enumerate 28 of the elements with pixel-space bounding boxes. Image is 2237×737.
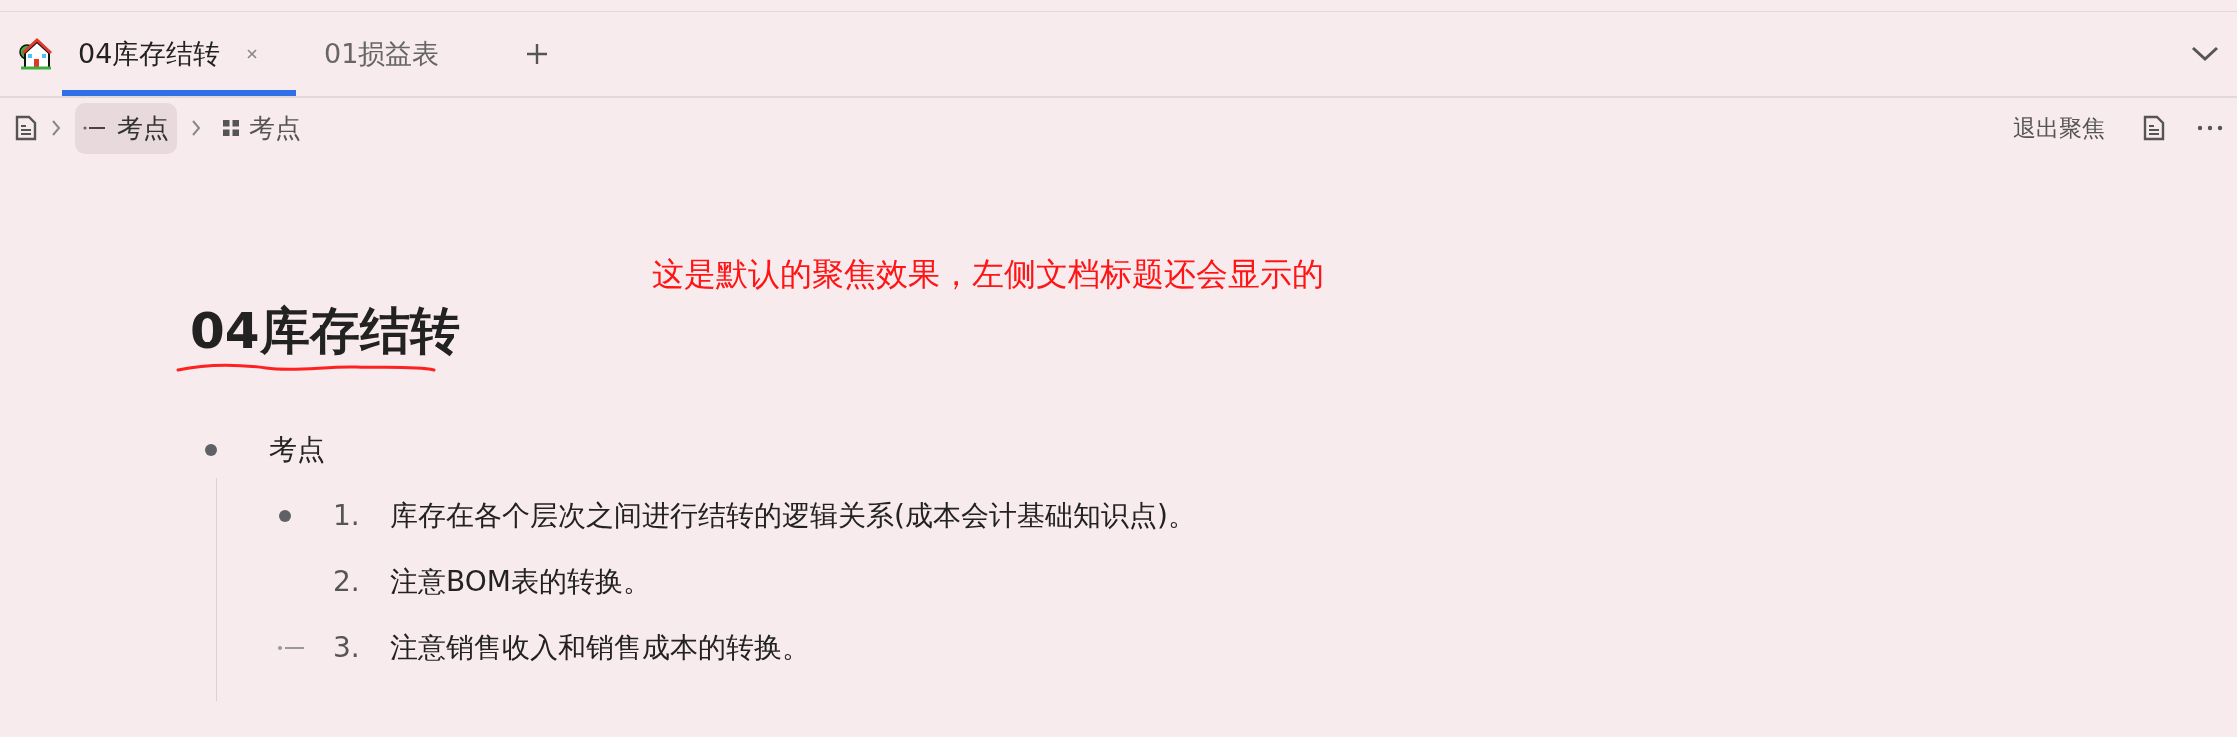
house-icon[interactable] bbox=[18, 37, 52, 71]
more-icon[interactable] bbox=[2197, 125, 2223, 131]
tab[interactable]: 01损益表 bbox=[308, 12, 456, 96]
bullet-icon[interactable] bbox=[205, 443, 217, 456]
add-tab-icon[interactable] bbox=[525, 42, 550, 66]
chevron-down-icon[interactable] bbox=[2191, 46, 2219, 62]
list-item-text: 注意销售收入和销售成本的转换。 bbox=[390, 629, 810, 666]
list-item-text: 库存在各个层次之间进行结转的逻辑关系(成本会计基础知识点)。 bbox=[390, 497, 1196, 534]
document-icon[interactable] bbox=[15, 115, 37, 141]
chevron-right-icon bbox=[51, 119, 61, 137]
heading-icon bbox=[83, 125, 107, 131]
tab[interactable]: 04库存结转 bbox=[62, 12, 296, 96]
close-icon[interactable] bbox=[246, 48, 259, 60]
document-title: 04库存结转 bbox=[190, 305, 460, 358]
breadcrumb-item[interactable]: 考点 bbox=[75, 102, 177, 154]
list-number: 3. bbox=[333, 631, 361, 664]
grid-icon bbox=[223, 120, 239, 136]
drag-handle-icon[interactable] bbox=[277, 644, 305, 651]
list-number: 1. bbox=[333, 499, 361, 532]
chevron-right-icon bbox=[191, 119, 201, 137]
breadcrumb-item[interactable]: 考点 bbox=[215, 102, 309, 154]
list-number: 2. bbox=[333, 565, 361, 598]
bullet-icon[interactable] bbox=[279, 509, 291, 522]
exit-focus-button[interactable]: 退出聚焦 bbox=[2007, 111, 2111, 145]
list-item-text: 考点 bbox=[269, 431, 325, 468]
annotation-text: 这是默认的聚焦效果，左侧文档标题还会显示的 bbox=[652, 255, 1324, 293]
list-item-text: 注意BOM表的转换。 bbox=[390, 563, 651, 600]
document-icon[interactable] bbox=[2143, 115, 2165, 141]
